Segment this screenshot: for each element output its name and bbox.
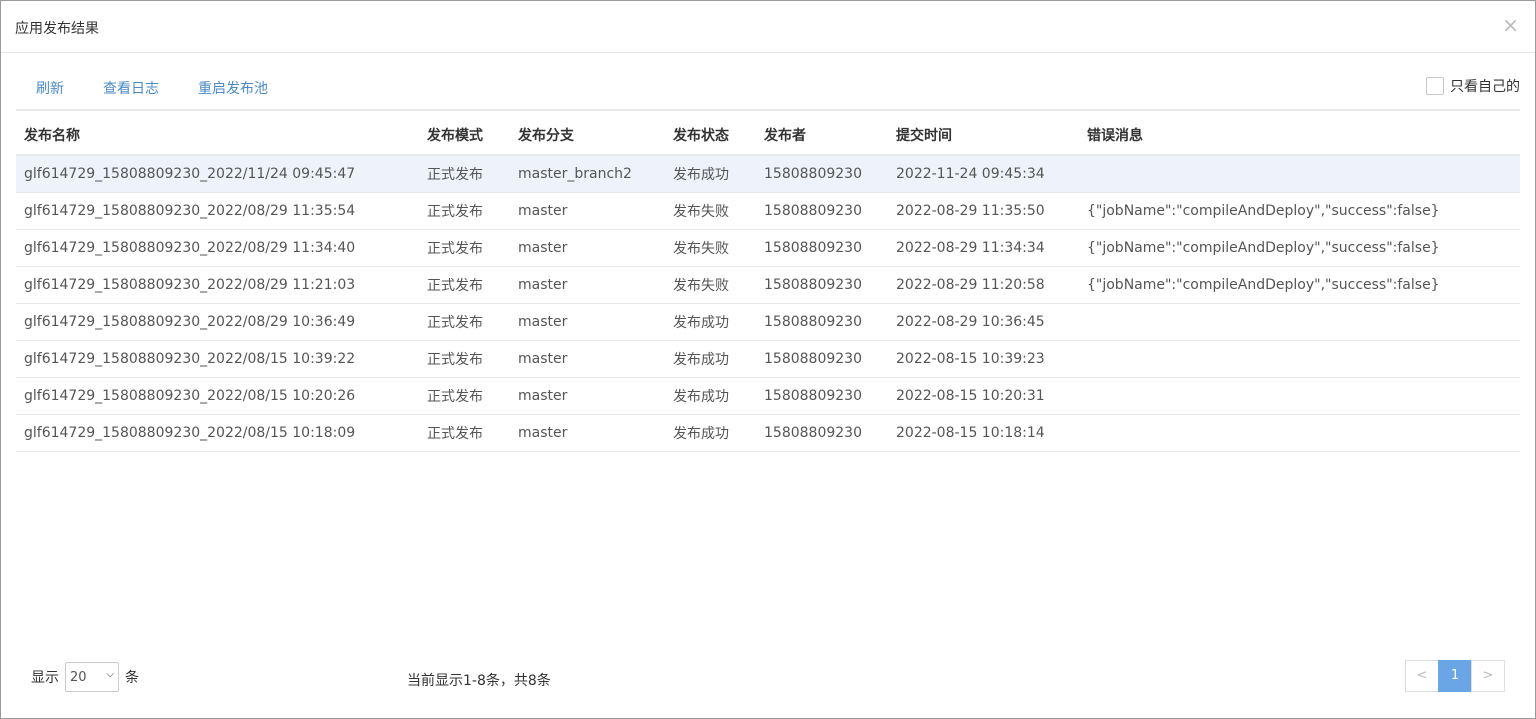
cell-error-message: {"jobName":"compileAndDeploy","success":…	[1079, 229, 1520, 267]
cell-release-status: 发布成功	[665, 303, 756, 341]
cell-release-branch: master_branch2	[510, 155, 665, 193]
header-release-name[interactable]: 发布名称	[16, 116, 419, 156]
table-row[interactable]: glf614729_15808809230_2022/08/29 11:34:4…	[16, 229, 1520, 267]
cell-release-name: glf614729_15808809230_2022/08/15 10:18:0…	[16, 414, 419, 452]
cell-release-status: 发布失败	[665, 229, 756, 267]
pagination-summary: 当前显示1-8条，共8条	[407, 673, 551, 689]
cell-release-mode: 正式发布	[419, 340, 510, 378]
cell-submit-time: 2022-08-29 11:20:58	[888, 266, 1079, 304]
pagination: < 1 >	[1405, 660, 1505, 692]
close-icon[interactable]: ×	[1502, 13, 1519, 37]
header-submit-time[interactable]: 提交时间	[888, 116, 1079, 156]
cell-release-status: 发布成功	[665, 340, 756, 378]
cell-release-mode: 正式发布	[419, 229, 510, 267]
prev-page-button[interactable]: <	[1405, 660, 1439, 692]
table-row[interactable]: glf614729_15808809230_2022/08/15 10:39:2…	[16, 340, 1520, 378]
cell-submit-time: 2022-08-29 10:36:45	[888, 303, 1079, 341]
cell-publisher: 15808809230	[756, 377, 888, 415]
cell-release-branch: master	[510, 303, 665, 341]
table-row[interactable]: glf614729_15808809230_2022/08/29 10:36:4…	[16, 303, 1520, 341]
cell-release-mode: 正式发布	[419, 377, 510, 415]
unit-label: 条	[125, 670, 139, 686]
cell-release-mode: 正式发布	[419, 192, 510, 230]
table-footer: 显示 20 ⌵ 条 当前显示1-8条，共8条 < 1 >	[16, 659, 1505, 695]
cell-publisher: 15808809230	[756, 155, 888, 193]
table-row[interactable]: glf614729_15808809230_2022/08/29 11:21:0…	[16, 266, 1520, 304]
cell-release-branch: master	[510, 340, 665, 378]
header-release-mode[interactable]: 发布模式	[419, 116, 510, 156]
cell-error-message: {"jobName":"compileAndDeploy","success":…	[1079, 266, 1520, 304]
cell-release-status: 发布成功	[665, 155, 756, 193]
table-header-row: 发布名称 发布模式 发布分支 发布状态 发布者 提交时间 错误消息	[16, 116, 1520, 156]
table-row[interactable]: glf614729_15808809230_2022/08/15 10:18:0…	[16, 414, 1520, 452]
cell-publisher: 15808809230	[756, 229, 888, 267]
cell-publisher: 15808809230	[756, 303, 888, 341]
page-size-select[interactable]: 20 ⌵	[65, 662, 119, 692]
cell-error-message: {"jobName":"compileAndDeploy","success":…	[1079, 192, 1520, 230]
own-only-label: 只看自己的	[1450, 79, 1520, 95]
cell-release-mode: 正式发布	[419, 303, 510, 341]
header-release-status[interactable]: 发布状态	[665, 116, 756, 156]
table-row[interactable]: glf614729_15808809230_2022/08/29 11:35:5…	[16, 192, 1520, 230]
cell-release-name: glf614729_15808809230_2022/08/29 10:36:4…	[16, 303, 419, 341]
header-release-branch[interactable]: 发布分支	[510, 116, 665, 156]
cell-submit-time: 2022-08-15 10:18:14	[888, 414, 1079, 452]
cell-submit-time: 2022-11-24 09:45:34	[888, 155, 1079, 193]
view-log-button[interactable]: 查看日志	[103, 78, 159, 98]
cell-publisher: 15808809230	[756, 266, 888, 304]
cell-error-message	[1079, 414, 1520, 452]
cell-release-branch: master	[510, 377, 665, 415]
header-publisher[interactable]: 发布者	[756, 116, 888, 156]
cell-publisher: 15808809230	[756, 192, 888, 230]
cell-release-branch: master	[510, 192, 665, 230]
page-size-value: 20	[70, 670, 87, 685]
cell-release-branch: master	[510, 229, 665, 267]
cell-release-name: glf614729_15808809230_2022/08/29 11:34:4…	[16, 229, 419, 267]
toolbar: 刷新 查看日志 重启发布池 只看自己的	[16, 61, 1520, 111]
page-1-button[interactable]: 1	[1438, 660, 1472, 692]
cell-release-mode: 正式发布	[419, 414, 510, 452]
cell-error-message	[1079, 155, 1520, 193]
own-only-checkbox[interactable]	[1426, 77, 1444, 95]
cell-submit-time: 2022-08-15 10:20:31	[888, 377, 1079, 415]
cell-submit-time: 2022-08-15 10:39:23	[888, 340, 1079, 378]
cell-error-message	[1079, 340, 1520, 378]
cell-release-branch: master	[510, 266, 665, 304]
release-result-dialog: 应用发布结果 × 刷新 查看日志 重启发布池 只看自己的 发布名称 发布模式 发…	[0, 0, 1536, 719]
cell-release-status: 发布成功	[665, 377, 756, 415]
cell-release-name: glf614729_15808809230_2022/11/24 09:45:4…	[16, 155, 419, 193]
table-row[interactable]: glf614729_15808809230_2022/08/15 10:20:2…	[16, 377, 1520, 415]
dialog-header: 应用发布结果 ×	[1, 1, 1535, 53]
cell-release-name: glf614729_15808809230_2022/08/15 10:39:2…	[16, 340, 419, 378]
chevron-down-icon: ⌵	[106, 669, 114, 680]
own-only-filter[interactable]: 只看自己的	[1426, 76, 1520, 96]
cell-publisher: 15808809230	[756, 414, 888, 452]
cell-release-status: 发布失败	[665, 266, 756, 304]
cell-error-message	[1079, 303, 1520, 341]
header-error-message[interactable]: 错误消息	[1079, 116, 1520, 156]
cell-error-message	[1079, 377, 1520, 415]
dialog-title: 应用发布结果	[15, 21, 99, 37]
release-results-table: 发布名称 发布模式 发布分支 发布状态 发布者 提交时间 错误消息 glf614…	[16, 116, 1520, 452]
page-size-control: 显示 20 ⌵ 条	[31, 662, 139, 692]
cell-release-status: 发布成功	[665, 414, 756, 452]
cell-release-status: 发布失败	[665, 192, 756, 230]
cell-release-name: glf614729_15808809230_2022/08/15 10:20:2…	[16, 377, 419, 415]
cell-release-name: glf614729_15808809230_2022/08/29 11:21:0…	[16, 266, 419, 304]
cell-release-mode: 正式发布	[419, 266, 510, 304]
cell-submit-time: 2022-08-29 11:34:34	[888, 229, 1079, 267]
next-page-button[interactable]: >	[1471, 660, 1505, 692]
cell-release-branch: master	[510, 414, 665, 452]
cell-publisher: 15808809230	[756, 340, 888, 378]
show-label: 显示	[31, 670, 59, 686]
table-row[interactable]: glf614729_15808809230_2022/11/24 09:45:4…	[16, 155, 1520, 193]
cell-release-mode: 正式发布	[419, 155, 510, 193]
refresh-button[interactable]: 刷新	[36, 78, 64, 98]
cell-submit-time: 2022-08-29 11:35:50	[888, 192, 1079, 230]
cell-release-name: glf614729_15808809230_2022/08/29 11:35:5…	[16, 192, 419, 230]
restart-pool-button[interactable]: 重启发布池	[198, 78, 268, 98]
